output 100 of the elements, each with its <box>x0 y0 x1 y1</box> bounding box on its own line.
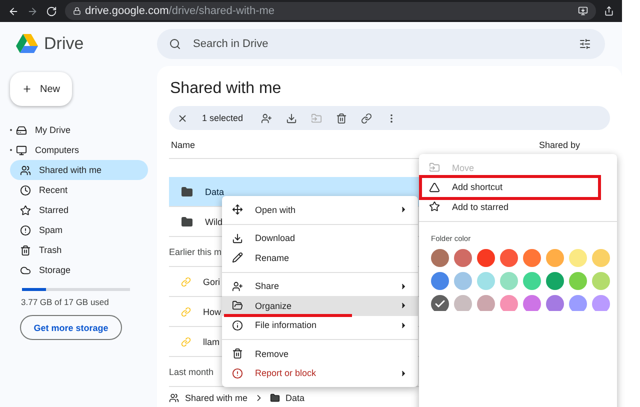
color-swatch[interactable] <box>569 294 587 310</box>
folder-icon <box>181 186 193 198</box>
color-swatch[interactable] <box>592 272 610 290</box>
section-heading: Earlier this m <box>169 246 222 256</box>
search-field[interactable]: Search in Drive <box>157 29 605 59</box>
folder-move-icon[interactable] <box>311 112 322 124</box>
sidebar-item[interactable]: Storage <box>10 260 148 280</box>
sidebar-item[interactable]: Recent <box>10 180 148 200</box>
menu-item[interactable]: Download <box>222 228 418 248</box>
color-swatch[interactable] <box>431 272 449 290</box>
share-icon[interactable] <box>604 6 614 16</box>
folder-move-icon <box>429 162 440 174</box>
menu-item[interactable]: Rename <box>222 248 418 268</box>
submenu-arrow-icon <box>399 282 408 291</box>
submenu-arrow-icon <box>399 301 408 310</box>
drive-logo <box>16 34 38 54</box>
submenu-arrow-icon <box>399 320 408 330</box>
color-swatch[interactable] <box>546 272 564 290</box>
color-swatch[interactable] <box>569 248 587 266</box>
link-icon[interactable] <box>361 112 372 124</box>
color-swatch[interactable] <box>523 294 541 310</box>
install-icon[interactable] <box>578 6 588 16</box>
people-icon <box>169 393 179 403</box>
color-swatch[interactable] <box>500 294 518 310</box>
sidebar-item[interactable]: My Drive <box>10 120 148 140</box>
color-swatch[interactable] <box>431 294 449 310</box>
file-name: Gori <box>203 276 220 286</box>
color-swatch[interactable] <box>523 248 541 266</box>
color-swatch[interactable] <box>546 294 564 310</box>
color-swatch[interactable] <box>523 272 541 290</box>
alert-icon <box>232 368 243 379</box>
folder-icon <box>181 216 193 228</box>
menu-item[interactable]: File information <box>222 316 418 335</box>
menu-item[interactable]: Add to starred <box>419 197 617 216</box>
computer-icon <box>16 144 27 156</box>
color-swatch[interactable] <box>592 294 610 310</box>
color-swatch[interactable] <box>592 248 610 266</box>
color-swatch[interactable] <box>454 272 472 290</box>
info-icon <box>232 320 243 331</box>
menu-item[interactable]: Organize <box>222 296 418 316</box>
sidebar-item[interactable]: Starred <box>10 200 148 220</box>
color-swatch[interactable] <box>477 294 495 310</box>
color-swatch[interactable] <box>546 248 564 266</box>
section-heading: Last month <box>169 366 214 376</box>
new-button[interactable]: New <box>10 72 72 106</box>
url-text: drive.google.com/drive/shared-with-me <box>85 5 275 17</box>
pencil-icon <box>232 252 243 264</box>
menu-item[interactable]: Add shortcut <box>419 178 617 197</box>
breadcrumb-link[interactable]: Data <box>286 393 305 403</box>
link-icon <box>181 306 191 316</box>
storage-text: 3.77 GB of 17 GB used <box>21 297 110 307</box>
back-icon[interactable] <box>8 6 19 16</box>
add-person-icon <box>232 280 243 292</box>
column-header[interactable]: Name <box>171 140 196 150</box>
download-icon[interactable] <box>286 112 298 124</box>
address-bar[interactable]: drive.google.com/drive/shared-with-me <box>65 2 596 20</box>
color-swatch[interactable] <box>477 248 495 266</box>
reload-icon[interactable] <box>46 6 57 16</box>
color-swatch[interactable] <box>500 272 518 290</box>
get-storage-button[interactable]: Get more storage <box>20 315 122 340</box>
page-title: Shared with me <box>170 80 282 98</box>
menu-item[interactable]: Share <box>222 276 418 296</box>
folder-icon <box>270 393 280 403</box>
breadcrumb-link[interactable]: Shared with me <box>185 393 248 403</box>
move-arrows-icon <box>232 204 243 216</box>
file-name: Data <box>205 186 224 196</box>
color-swatch[interactable] <box>569 272 587 290</box>
close-icon[interactable] <box>177 112 188 124</box>
forward-icon[interactable] <box>27 6 38 16</box>
color-swatch[interactable] <box>500 248 518 266</box>
add-person-icon[interactable] <box>261 112 272 124</box>
link-icon <box>181 276 191 286</box>
trash-icon <box>232 348 243 360</box>
drive-icon <box>16 124 27 136</box>
submenu-arrow-icon <box>399 205 408 214</box>
color-swatch[interactable] <box>454 294 472 310</box>
search-icon <box>169 38 181 50</box>
column-header[interactable]: Shared by <box>538 140 580 150</box>
trash-icon[interactable] <box>336 112 348 124</box>
check-icon <box>434 298 446 310</box>
star-icon <box>20 204 31 216</box>
color-swatch[interactable] <box>431 248 449 266</box>
submenu-arrow-icon <box>399 368 408 378</box>
lock-icon <box>73 7 81 15</box>
file-name: Wild <box>205 216 222 226</box>
menu-item[interactable]: Report or block <box>222 364 418 383</box>
filter-icon[interactable] <box>579 38 591 50</box>
color-swatch[interactable] <box>477 272 495 290</box>
file-name: How <box>203 306 222 316</box>
link-icon <box>181 336 191 346</box>
folder-icon <box>232 300 243 312</box>
menu-item[interactable]: Open with <box>222 200 418 220</box>
sidebar-item[interactable]: Spam <box>10 220 148 240</box>
app-name: Drive <box>44 34 84 54</box>
sidebar-item[interactable]: Computers <box>10 140 148 160</box>
sidebar-item[interactable]: Shared with me <box>10 160 148 180</box>
sidebar-item[interactable]: Trash <box>10 240 148 260</box>
menu-item[interactable]: Remove <box>222 344 418 364</box>
file-name: llam <box>203 336 220 346</box>
color-swatch[interactable] <box>454 248 472 266</box>
